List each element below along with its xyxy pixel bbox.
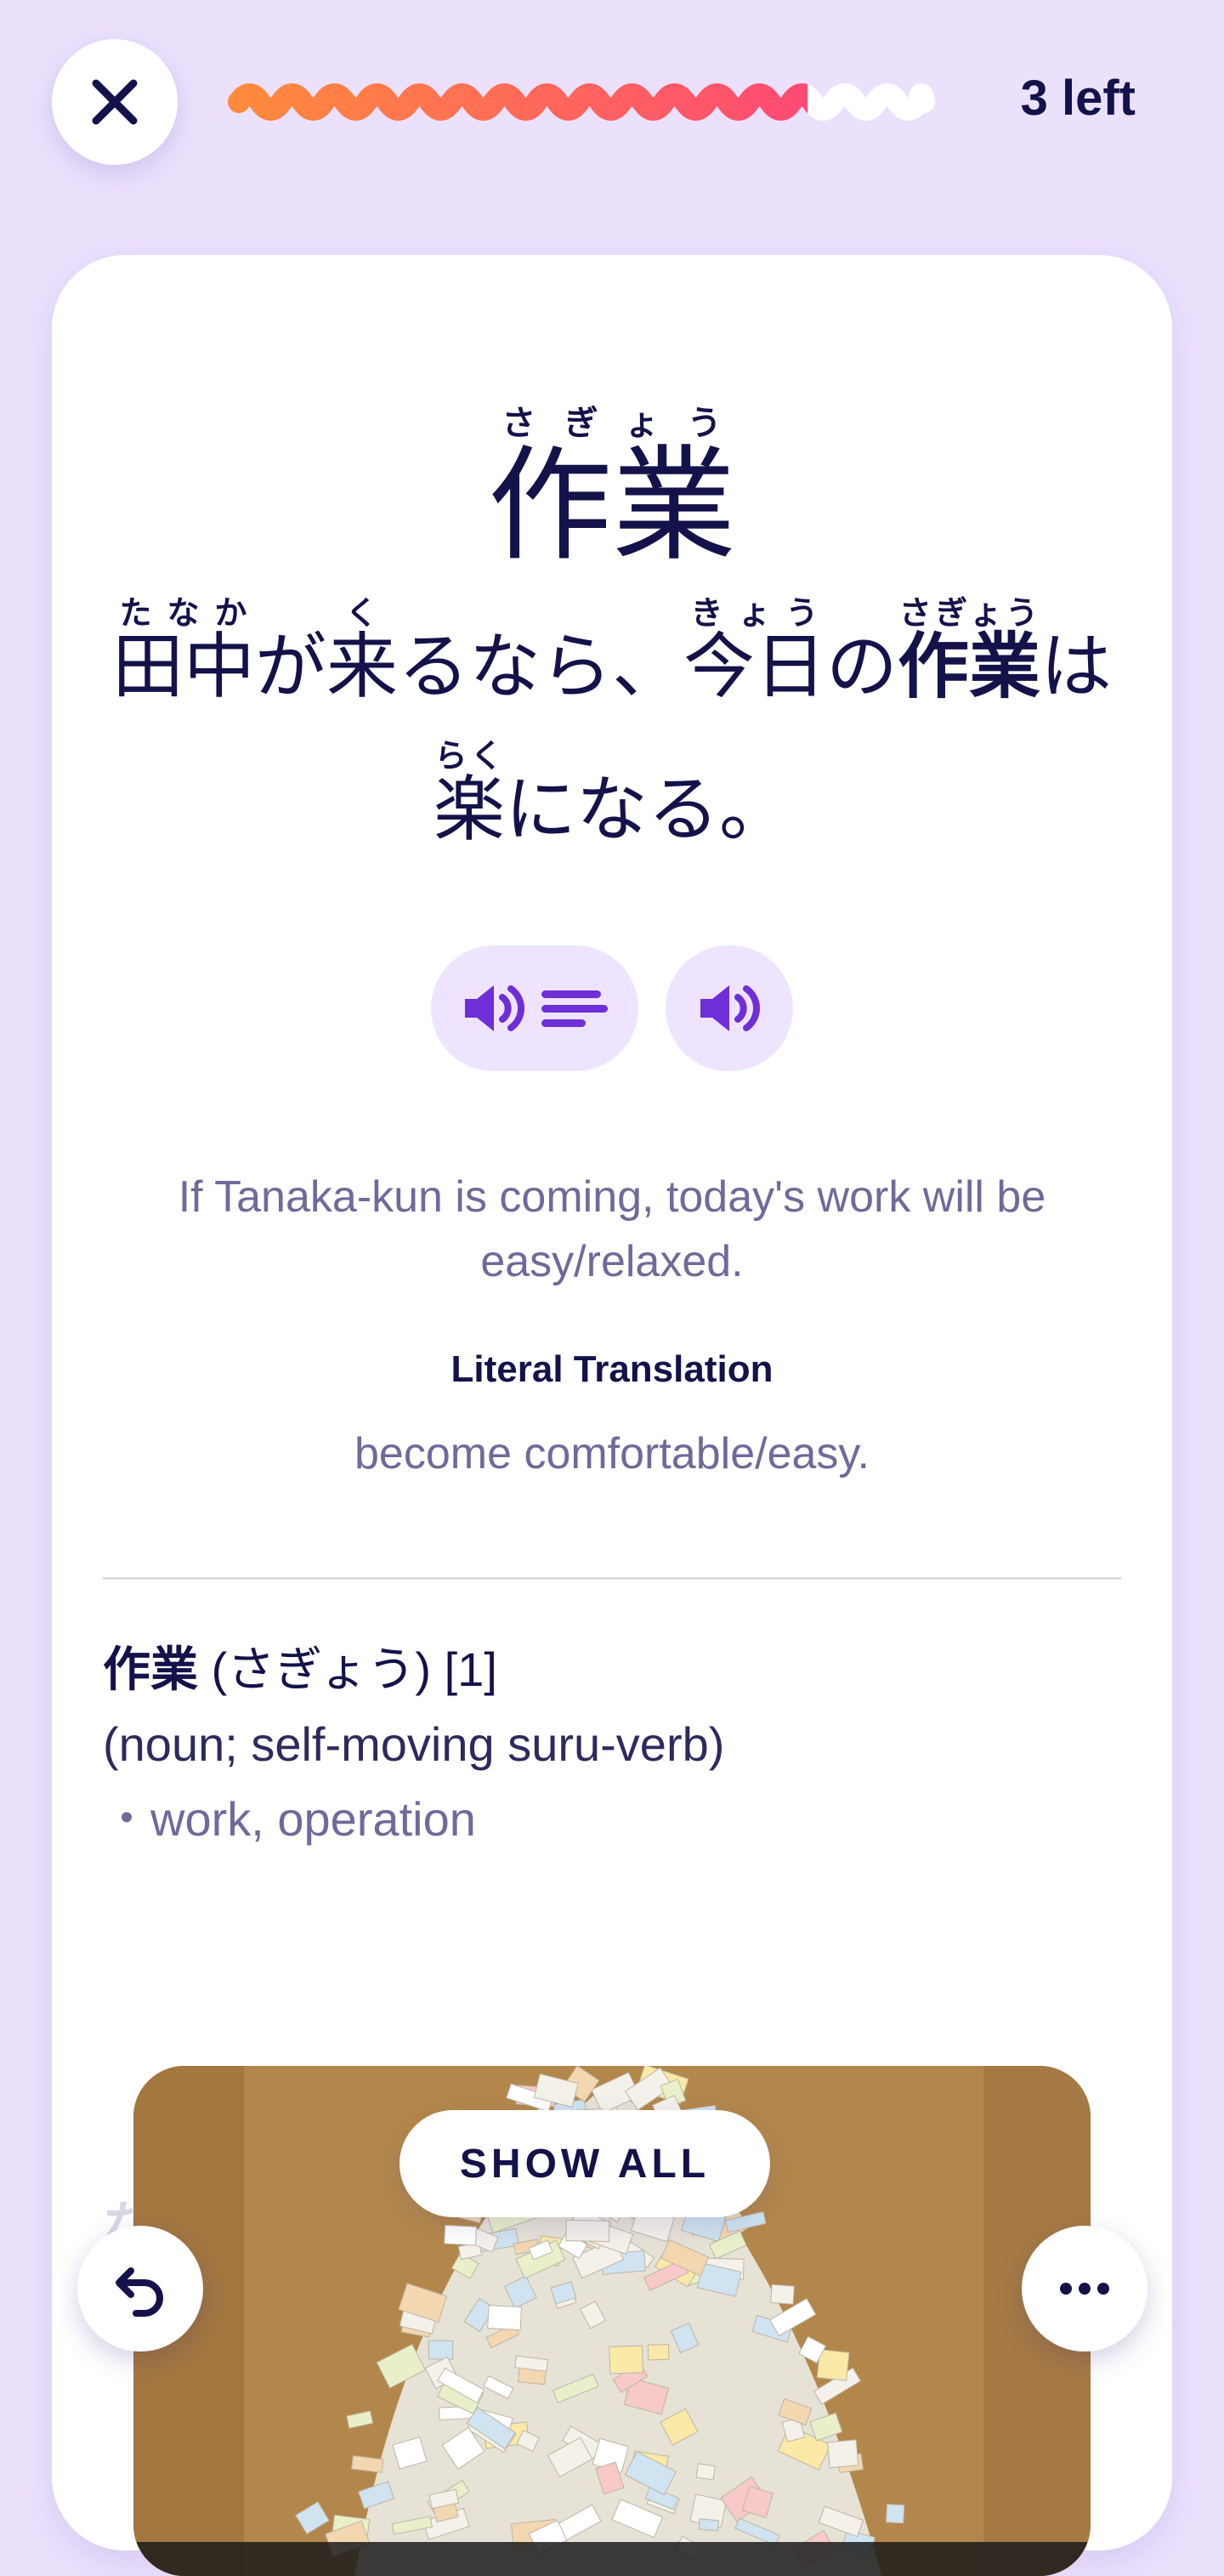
sentence-word-base: 今日 — [683, 625, 827, 708]
paper-scrap — [695, 2463, 716, 2481]
sentence-text: になる。 — [505, 768, 791, 851]
close-button[interactable] — [52, 39, 178, 165]
more-icon — [1060, 2283, 1109, 2295]
play-sentence-audio-button[interactable] — [431, 945, 638, 1071]
paper-scrap — [428, 2340, 454, 2360]
flashcard: 作業さぎょう 田中たなかが来くるなら、今日きょうの作業さぎょうは楽らくになる。 … — [52, 255, 1172, 2576]
sentence-word-reading: く — [326, 594, 398, 632]
vocab-kanji: 作業 — [488, 434, 736, 578]
play-word-audio-button[interactable] — [666, 945, 793, 1071]
sentence-word: 作業さぎょう — [898, 594, 1041, 708]
sentence-word-base: 楽 — [433, 768, 505, 851]
sentence-word-reading: きょう — [683, 594, 827, 632]
translation-text: If Tanaka-kun is coming, today's work wi… — [178, 1172, 1046, 1286]
definition-gloss: ・work, operation — [103, 1792, 476, 1846]
paper-scrap — [770, 2284, 796, 2305]
vocab-word: 作業さぎょう — [52, 404, 1172, 575]
definition-heading: 作業 (さぎょう) [1] — [103, 1632, 1121, 1707]
sentence-word-base: 来 — [326, 625, 398, 708]
literal-translation-text: become comfortable/easy. — [354, 1429, 870, 1478]
sentence-word-base: 作業 — [898, 625, 1041, 708]
sentence-word: 楽らく — [433, 737, 505, 851]
sentence-word: 田中たなか — [111, 594, 255, 708]
remaining-count: 3 left — [1020, 71, 1136, 126]
paper-scrap — [444, 2224, 478, 2246]
more-options-button[interactable] — [1022, 2226, 1148, 2352]
undo-icon — [116, 2267, 163, 2317]
audio-controls — [52, 945, 1172, 1071]
sentence-word: 来く — [326, 594, 398, 708]
paper-scrap — [609, 2345, 644, 2375]
vocab-reading: さぎょう — [488, 404, 736, 443]
definition-entry: 作業 (さぎょう) [1] (noun; self-moving suru-ve… — [103, 1632, 1121, 1857]
definition-part-of-speech: (noun; self-moving suru-verb) — [103, 1717, 725, 1771]
sentence-word-base: 田中 — [111, 625, 255, 708]
sentence-word-reading: さぎょう — [898, 594, 1041, 632]
definition-reading: (さぎょう) [1] — [211, 1643, 497, 1696]
paper-scrap — [647, 2344, 670, 2361]
speaker-icon — [700, 985, 760, 1031]
undo-button[interactable] — [77, 2226, 203, 2352]
sentence-word-reading: たなか — [111, 594, 255, 632]
paper-scrap — [827, 2439, 859, 2469]
sentence-text: が — [254, 625, 326, 708]
paper-scrap — [698, 2518, 720, 2532]
definition-term: 作業 — [103, 1643, 198, 1696]
literal-translation-heading: Literal Translation — [450, 1348, 774, 1390]
sentence-text: の — [826, 625, 898, 708]
paper-scrap — [565, 2219, 610, 2243]
example-sentence: 田中たなかが来くるなら、今日きょうの作業さぎょうは楽らくになる。 — [103, 594, 1121, 881]
sentence-word-reading: らく — [433, 737, 505, 775]
speaker-slow-icon — [465, 985, 608, 1031]
sentence-text: は — [1040, 625, 1113, 708]
show-all-button[interactable]: SHOW ALL — [400, 2110, 770, 2217]
sentence-text: るなら、 — [397, 625, 683, 708]
paper-scrap — [816, 2349, 850, 2381]
close-icon — [92, 79, 138, 125]
progress-bar — [228, 83, 935, 121]
sentence-word: 今日きょう — [683, 594, 827, 708]
divider — [103, 1577, 1121, 1580]
paper-scrap — [487, 2305, 523, 2331]
paper-scrap — [885, 2504, 905, 2524]
